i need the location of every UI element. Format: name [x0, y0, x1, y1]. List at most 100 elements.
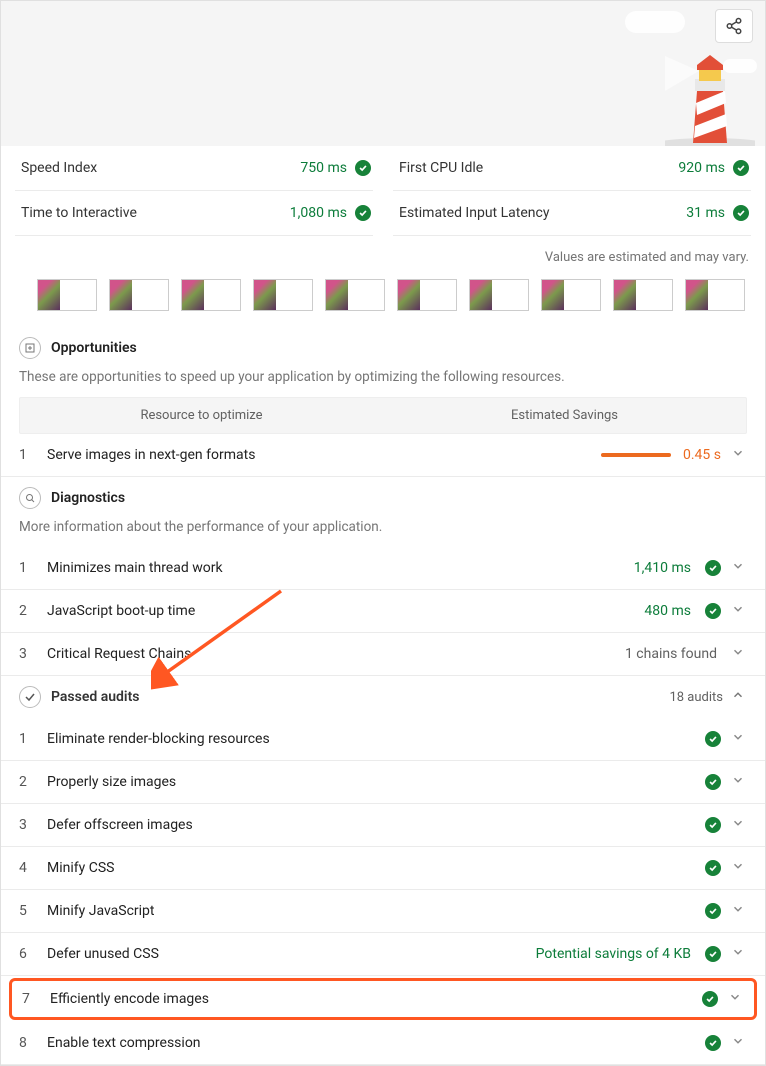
audit-title: Minify CSS	[47, 860, 695, 876]
pass-icon	[702, 991, 718, 1007]
filmstrip-thumb	[182, 280, 204, 310]
chevron-up-icon[interactable]	[731, 688, 747, 706]
opportunities-heading: Opportunities	[1, 327, 765, 369]
filmstrip-thumb	[470, 280, 492, 310]
diagnostics-heading: Diagnostics	[1, 477, 765, 519]
audit-num: 5	[19, 903, 37, 919]
chevron-down-icon[interactable]	[731, 730, 747, 748]
report-container: Speed Index 750 ms First CPU Idle 920 ms…	[0, 0, 766, 1066]
metric-row: First CPU Idle 920 ms	[393, 146, 751, 191]
chevron-down-icon[interactable]	[728, 990, 744, 1008]
lighthouse-icon	[665, 31, 755, 146]
audit-title: Eliminate render-blocking resources	[47, 731, 695, 747]
passed-audit-row[interactable]: 1 Eliminate render-blocking resources	[1, 718, 765, 761]
passed-audit-row[interactable]: 2 Properly size images	[1, 761, 765, 804]
passed-audits-title: Passed audits	[51, 689, 139, 705]
audit-title: Serve images in next-gen formats	[47, 447, 591, 463]
diagnostic-row[interactable]: 1 Minimizes main thread work 1,410 ms	[1, 547, 765, 590]
filmstrip-frame[interactable]	[613, 279, 673, 311]
chevron-down-icon[interactable]	[731, 446, 747, 464]
filmstrip-frame[interactable]	[541, 279, 601, 311]
opportunities-title: Opportunities	[51, 340, 137, 356]
audit-title: Properly size images	[47, 774, 695, 790]
filmstrip-thumb	[254, 280, 276, 310]
filmstrip-thumb	[542, 280, 564, 310]
passed-audit-row[interactable]: 3 Defer offscreen images	[1, 804, 765, 847]
passed-audit-row[interactable]: 8 Enable text compression	[1, 1022, 765, 1065]
filmstrip-frame[interactable]	[181, 279, 241, 311]
pass-icon	[705, 903, 721, 919]
audit-num: 4	[19, 860, 37, 876]
audit-title: Defer offscreen images	[47, 817, 695, 833]
metric-label: Speed Index	[21, 160, 97, 176]
pass-icon	[705, 603, 721, 619]
chevron-down-icon[interactable]	[731, 859, 747, 877]
audit-num: 1	[19, 560, 37, 576]
opportunity-row[interactable]: 1 Serve images in next-gen formats 0.45 …	[1, 434, 765, 477]
metric-label: Time to Interactive	[21, 205, 137, 221]
passed-audits-count: 18 audits	[669, 690, 723, 705]
audit-num: 2	[19, 603, 37, 619]
metric-value: 31 ms	[686, 205, 749, 221]
savings-bar	[601, 453, 671, 457]
opportunities-description: These are opportunities to speed up your…	[1, 369, 765, 397]
passed-audit-row[interactable]: 6 Defer unused CSS Potential savings of …	[1, 933, 765, 976]
passed-audit-row[interactable]: 7 Efficiently encode images	[9, 978, 757, 1020]
audit-num: 1	[19, 447, 37, 463]
chevron-down-icon[interactable]	[731, 902, 747, 920]
filmstrip-frame[interactable]	[325, 279, 385, 311]
estimate-note: Values are estimated and may vary.	[1, 236, 765, 279]
pass-icon	[733, 160, 749, 176]
chevron-down-icon[interactable]	[731, 1034, 747, 1052]
metric-label: Estimated Input Latency	[399, 205, 549, 221]
filmstrip-thumb	[326, 280, 348, 310]
audit-num: 2	[19, 774, 37, 790]
passed-audits-heading[interactable]: Passed audits 18 audits	[1, 676, 765, 718]
savings-value: 0.45 s	[683, 447, 721, 463]
check-icon	[19, 686, 41, 708]
metric-value: 920 ms	[678, 160, 749, 176]
pass-icon	[705, 946, 721, 962]
pass-icon	[355, 205, 371, 221]
passed-audit-row[interactable]: 5 Minify JavaScript	[1, 890, 765, 933]
chevron-down-icon[interactable]	[731, 645, 747, 663]
filmstrip-frame[interactable]	[685, 279, 745, 311]
filmstrip-frame[interactable]	[109, 279, 169, 311]
opportunities-columns: Resource to optimize Estimated Savings	[19, 397, 747, 434]
diagnostics-title: Diagnostics	[51, 490, 125, 506]
audit-num: 8	[19, 1035, 37, 1051]
filmstrip-thumb	[686, 280, 708, 310]
metric-row: Time to Interactive 1,080 ms	[15, 191, 373, 236]
pass-icon	[355, 160, 371, 176]
passed-audit-row[interactable]: 4 Minify CSS	[1, 847, 765, 890]
metrics-grid: Speed Index 750 ms First CPU Idle 920 ms…	[1, 146, 765, 236]
savings-bar-wrap: 0.45 s	[601, 447, 721, 463]
filmstrip-thumb	[110, 280, 132, 310]
audit-title: JavaScript boot-up time	[47, 603, 634, 619]
chevron-down-icon[interactable]	[731, 816, 747, 834]
metric-value: 750 ms	[300, 160, 371, 176]
pass-icon	[705, 1035, 721, 1051]
filmstrip-thumb	[614, 280, 636, 310]
chevron-down-icon[interactable]	[731, 945, 747, 963]
metric-label: First CPU Idle	[399, 160, 483, 176]
pass-icon	[705, 560, 721, 576]
filmstrip-frame[interactable]	[469, 279, 529, 311]
audit-num: 1	[19, 731, 37, 747]
diagnostics-description: More information about the performance o…	[1, 519, 765, 547]
filmstrip-frame[interactable]	[253, 279, 313, 311]
filmstrip-frame[interactable]	[397, 279, 457, 311]
metric-value: 1,080 ms	[290, 205, 371, 221]
audit-num: 3	[19, 817, 37, 833]
chevron-down-icon[interactable]	[731, 773, 747, 791]
pass-icon	[705, 817, 721, 833]
filmstrip	[1, 279, 765, 327]
audit-title: Defer unused CSS	[47, 946, 526, 962]
audit-title: Efficiently encode images	[50, 991, 692, 1007]
chevron-down-icon[interactable]	[731, 602, 747, 620]
diagnostic-row[interactable]: 2 JavaScript boot-up time 480 ms	[1, 590, 765, 633]
chevron-down-icon[interactable]	[731, 559, 747, 577]
diagnostic-row[interactable]: 3 Critical Request Chains 1 chains found	[1, 633, 765, 676]
audit-value: 480 ms	[644, 603, 691, 619]
filmstrip-frame[interactable]	[37, 279, 97, 311]
